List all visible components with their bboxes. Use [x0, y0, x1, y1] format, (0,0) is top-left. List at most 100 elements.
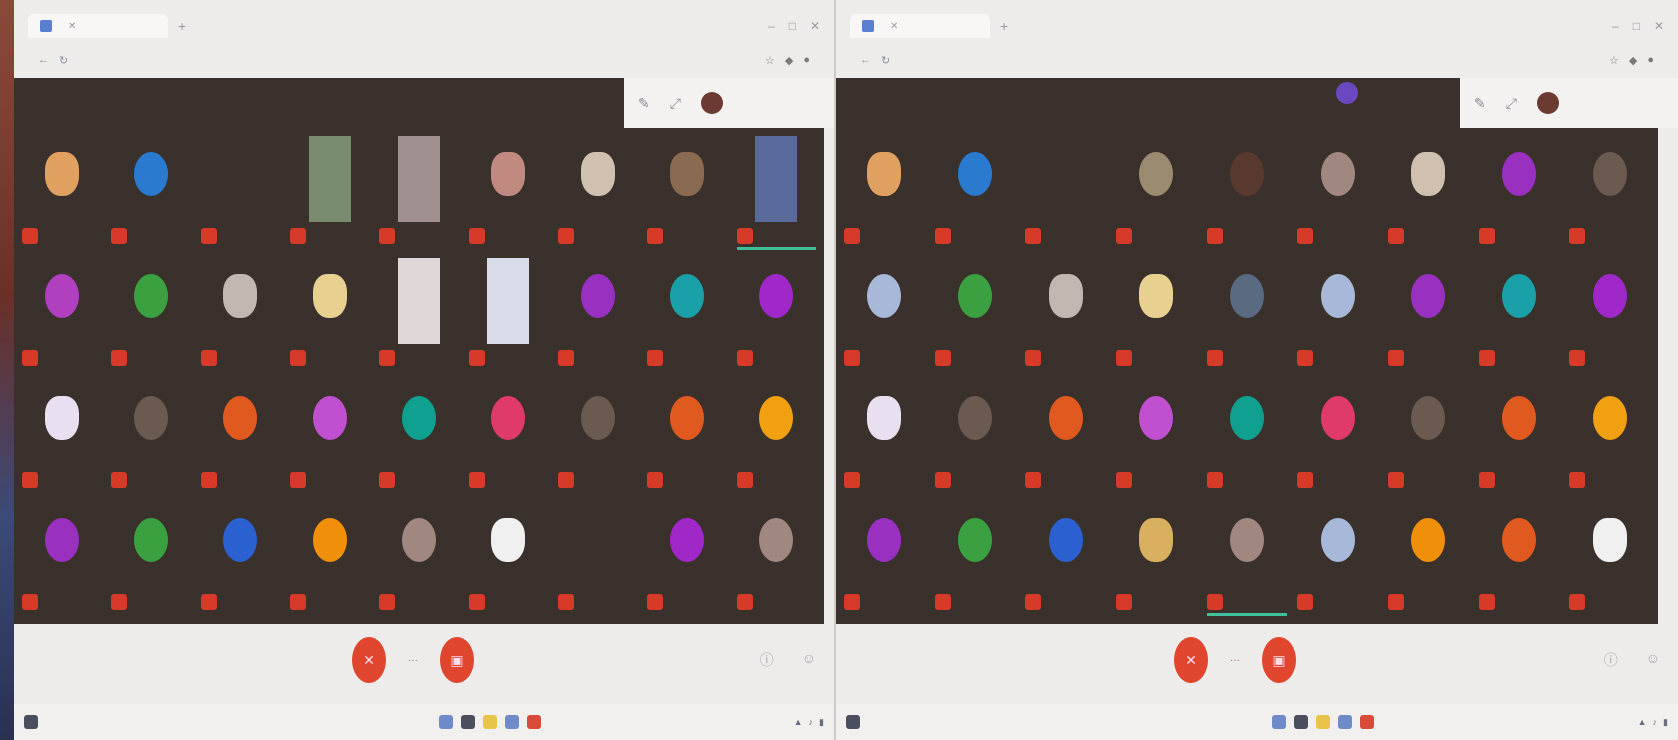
- layout-icon[interactable]: ⤢: [1506, 95, 1517, 112]
- participant-tile[interactable]: [288, 134, 371, 252]
- close-tab-icon[interactable]: ✕: [68, 21, 76, 32]
- participant-tile[interactable]: [1386, 378, 1471, 496]
- participant-tile[interactable]: [842, 256, 927, 374]
- folder-icon[interactable]: [1315, 715, 1330, 729]
- participant-tile[interactable]: [933, 378, 1018, 496]
- participant-tile[interactable]: [1023, 500, 1108, 618]
- participant-tile[interactable]: [1295, 500, 1380, 618]
- participant-tile[interactable]: [556, 500, 639, 618]
- more-icon[interactable]: ···: [1230, 655, 1240, 666]
- close-tab-icon[interactable]: ✕: [890, 21, 898, 32]
- participant-tile[interactable]: [1477, 256, 1562, 374]
- participant-tile[interactable]: [20, 256, 103, 374]
- browser-icon[interactable]: [1337, 715, 1352, 729]
- participant-tile[interactable]: [1114, 256, 1199, 374]
- participant-tile[interactable]: [1477, 134, 1562, 252]
- participant-tile[interactable]: [199, 500, 282, 618]
- participant-tile[interactable]: [556, 256, 639, 374]
- star-icon[interactable]: ☆: [1609, 54, 1619, 67]
- people-button[interactable]: ☺: [1646, 650, 1660, 670]
- participant-tile[interactable]: [735, 378, 818, 496]
- participant-tile[interactable]: [556, 134, 639, 252]
- participant-tile[interactable]: [1205, 256, 1290, 374]
- browser-icon[interactable]: [504, 715, 519, 729]
- browser-tab[interactable]: ✕: [850, 14, 990, 38]
- profile-icon[interactable]: ●: [1647, 54, 1654, 67]
- participant-tile[interactable]: [1205, 500, 1290, 618]
- participant-tile[interactable]: [1114, 378, 1199, 496]
- camera-off-icon[interactable]: ▣: [1262, 637, 1296, 683]
- participant-tile[interactable]: [1567, 134, 1652, 252]
- participant-tile[interactable]: [735, 500, 818, 618]
- participant-tile[interactable]: [109, 500, 192, 618]
- mic-off-icon[interactable]: ✕: [352, 637, 386, 683]
- participant-tile[interactable]: [556, 378, 639, 496]
- participant-tile[interactable]: [1023, 134, 1108, 252]
- minimize-icon[interactable]: –: [1612, 19, 1619, 33]
- battery-icon[interactable]: ▮: [1663, 717, 1668, 728]
- participant-tile[interactable]: [1477, 378, 1562, 496]
- participant-tile[interactable]: [735, 256, 818, 374]
- reload-icon[interactable]: ↻: [59, 54, 68, 67]
- reload-icon[interactable]: ↻: [881, 54, 890, 67]
- battery-icon[interactable]: ▮: [819, 717, 824, 728]
- participant-tile[interactable]: [377, 256, 460, 374]
- app-icon[interactable]: [1359, 715, 1374, 729]
- self-avatar[interactable]: [700, 92, 723, 114]
- app-icon[interactable]: [526, 715, 541, 729]
- participant-tile[interactable]: [1114, 500, 1199, 618]
- participant-tile[interactable]: [377, 500, 460, 618]
- more-icon[interactable]: ···: [408, 655, 418, 666]
- participant-tile[interactable]: [288, 500, 371, 618]
- volume-icon[interactable]: ♪: [1653, 717, 1658, 727]
- participant-tile[interactable]: [1023, 378, 1108, 496]
- network-icon[interactable]: ▲: [794, 717, 803, 727]
- participant-tile[interactable]: [467, 256, 550, 374]
- participant-tile[interactable]: [1567, 378, 1652, 496]
- participant-tile[interactable]: [1295, 256, 1380, 374]
- extension-icon[interactable]: ◆: [1629, 54, 1637, 67]
- participant-tile[interactable]: [1295, 134, 1380, 252]
- participant-tile[interactable]: [842, 134, 927, 252]
- participant-tile[interactable]: [467, 500, 550, 618]
- close-window-icon[interactable]: ✕: [810, 19, 820, 33]
- star-icon[interactable]: ☆: [765, 54, 775, 67]
- participant-tile[interactable]: [1567, 256, 1652, 374]
- browser-tab[interactable]: ✕: [28, 14, 168, 38]
- new-tab-icon[interactable]: +: [1000, 18, 1008, 34]
- participant-tile[interactable]: [1114, 134, 1199, 252]
- participant-tile[interactable]: [20, 378, 103, 496]
- participant-tile[interactable]: [735, 134, 818, 252]
- participant-tile[interactable]: [645, 500, 728, 618]
- participant-tile[interactable]: [288, 378, 371, 496]
- participant-tile[interactable]: [1205, 134, 1290, 252]
- camera-off-icon[interactable]: ▣: [440, 637, 474, 683]
- back-icon[interactable]: ←: [38, 54, 49, 66]
- network-icon[interactable]: ▲: [1638, 717, 1647, 727]
- folder-icon[interactable]: [482, 715, 497, 729]
- participant-tile[interactable]: [933, 500, 1018, 618]
- maximize-icon[interactable]: □: [1633, 19, 1640, 33]
- participant-tile[interactable]: [199, 134, 282, 252]
- participant-tile[interactable]: [842, 500, 927, 618]
- app-icon[interactable]: [438, 715, 453, 729]
- app-icon[interactable]: [1271, 715, 1286, 729]
- participant-tile[interactable]: [1477, 500, 1562, 618]
- participant-tile[interactable]: [288, 256, 371, 374]
- info-button[interactable]: ⓘ: [1604, 650, 1618, 670]
- participant-tile[interactable]: [933, 256, 1018, 374]
- self-avatar[interactable]: [1536, 92, 1559, 114]
- participant-tile[interactable]: [1386, 256, 1471, 374]
- extension-icon[interactable]: ◆: [785, 54, 793, 67]
- participant-tile[interactable]: [842, 378, 927, 496]
- pin-icon[interactable]: ✎: [1474, 95, 1486, 112]
- participant-tile[interactable]: [199, 256, 282, 374]
- start-icon[interactable]: [846, 715, 860, 729]
- app-icon[interactable]: [460, 715, 475, 729]
- minimize-icon[interactable]: –: [768, 19, 775, 33]
- participant-tile[interactable]: [20, 134, 103, 252]
- start-icon[interactable]: [24, 715, 38, 729]
- participant-tile[interactable]: [933, 134, 1018, 252]
- participant-tile[interactable]: [109, 378, 192, 496]
- participant-tile[interactable]: [645, 134, 728, 252]
